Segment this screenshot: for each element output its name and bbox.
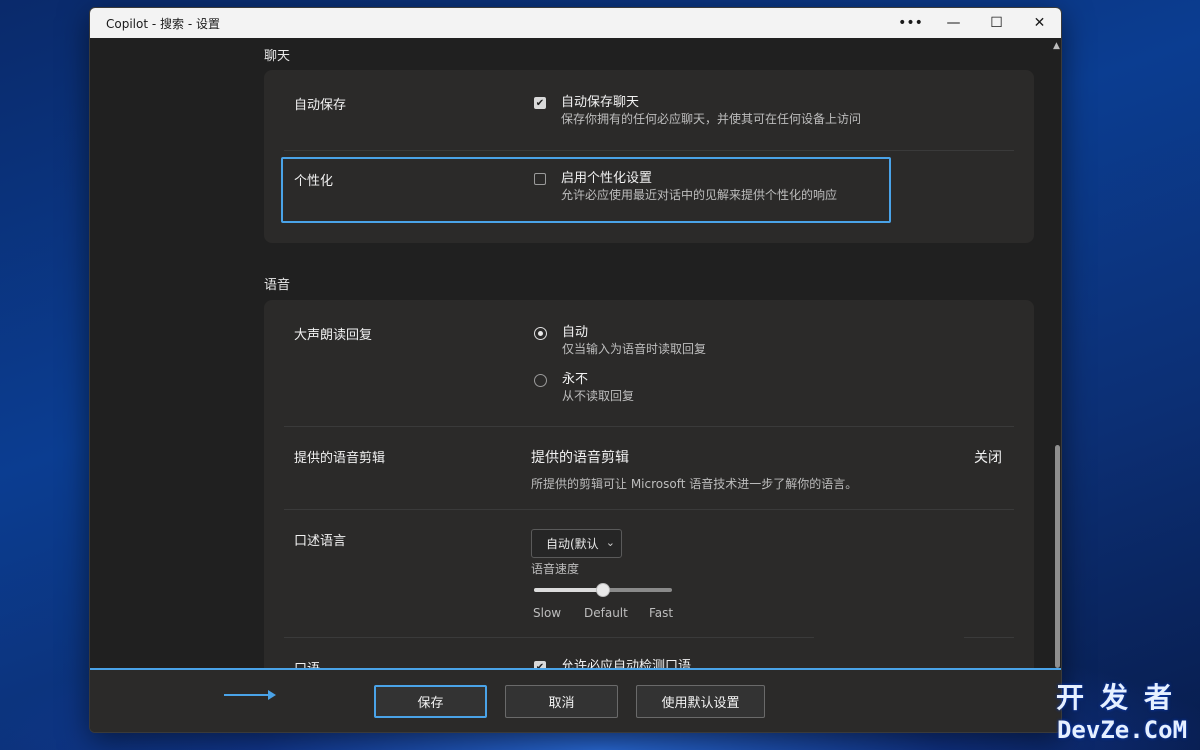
close-icon[interactable]: ✕ (1018, 8, 1061, 38)
read-aloud-radio-auto[interactable] (534, 327, 547, 340)
spoken-language-option-title: 允许必应自动检测口语 (561, 659, 692, 668)
voice-clips-heading: 提供的语音剪辑 (531, 450, 629, 466)
radio-never-desc: 从不读取回复 (562, 389, 635, 403)
read-aloud-option-never[interactable]: 永不 从不读取回复 (534, 371, 634, 405)
voice-card: 大声朗读回复 自动 仅当输入为语音时读取回复 永不 从不读取回复 提供的语音剪辑… (264, 300, 1034, 668)
auto-save-option[interactable]: ✔ 自动保存聊天 保存你拥有的任何必应聊天，并使其可在任何设备上访问 (534, 94, 861, 128)
read-aloud-option-auto[interactable]: 自动 仅当输入为语音时读取回复 (534, 324, 706, 358)
scroll-up-arrow-icon[interactable]: ▲ (1053, 41, 1060, 51)
chat-card: 自动保存 ✔ 自动保存聊天 保存你拥有的任何必应聊天，并使其可在任何设备上访问 … (264, 70, 1034, 243)
dictation-language-label: 口述语言 (294, 534, 347, 549)
maximize-icon[interactable]: ☐ (975, 8, 1018, 38)
voice-divider-3 (284, 637, 814, 638)
radio-auto-desc: 仅当输入为语音时读取回复 (562, 342, 707, 356)
auto-save-label: 自动保存 (294, 98, 347, 113)
dictation-language-value: 自动(默认 (546, 537, 599, 551)
save-button[interactable]: 保存 (374, 685, 487, 718)
radio-never-title: 永不 (562, 372, 589, 387)
voice-divider-2 (284, 509, 1014, 510)
chat-divider (284, 150, 1014, 151)
auto-save-option-desc: 保存你拥有的任何必应聊天，并使其可在任何设备上访问 (561, 112, 862, 126)
voice-clips-desc: 所提供的剪辑可让 Microsoft 语音技术进一步了解你的语言。 (531, 477, 858, 491)
settings-window: Copilot - 搜索 - 设置 ••• — ☐ ✕ 聊天 自动保存 ✔ 自动… (89, 7, 1062, 733)
voice-divider-1 (284, 426, 1014, 427)
personalization-option-desc: 允许必应使用最近对话中的见解来提供个性化的响应 (561, 188, 838, 202)
scroll-thumb[interactable] (1055, 445, 1060, 668)
voice-clips-toggle-text[interactable]: 关闭 (974, 447, 1002, 467)
slider-thumb[interactable] (596, 583, 610, 597)
auto-save-option-title: 自动保存聊天 (561, 95, 640, 110)
vertical-scrollbar[interactable]: ▲ (1052, 38, 1061, 668)
spoken-language-label: 口语 (294, 658, 320, 668)
speed-tick-slow: Slow (533, 606, 562, 620)
read-aloud-label: 大声朗读回复 (294, 328, 373, 343)
voice-divider-3b (964, 637, 1014, 638)
spoken-language-option[interactable]: ✔ 允许必应自动检测口语 (534, 658, 691, 668)
personalization-option[interactable]: 启用个性化设置 允许必应使用最近对话中的见解来提供个性化的响应 (534, 170, 837, 204)
cancel-button[interactable]: 取消 (505, 685, 618, 718)
footer-bar: 保存 取消 使用默认设置 (90, 668, 1061, 732)
radio-auto-title: 自动 (562, 325, 589, 340)
checkmark-icon: ✔ (535, 97, 545, 109)
pointer-arrow-head (268, 690, 276, 700)
personalization-label: 个性化 (294, 174, 334, 189)
pointer-arrow (224, 694, 272, 696)
read-aloud-radio-never[interactable] (534, 374, 547, 387)
use-defaults-button[interactable]: 使用默认设置 (636, 685, 765, 718)
speed-tick-default: Default (584, 606, 628, 620)
spoken-language-checkbox[interactable]: ✔ (534, 661, 546, 668)
window-title: Copilot - 搜索 - 设置 (106, 16, 220, 31)
personalization-option-title: 启用个性化设置 (561, 171, 653, 186)
window-controls: ••• — ☐ ✕ (889, 8, 1061, 38)
personalization-checkbox[interactable] (534, 173, 546, 185)
watermark-line1: 开发者 (1055, 681, 1188, 714)
dictation-language-select[interactable]: 自动(默认 ⌄ (531, 529, 622, 558)
chat-section-title: 聊天 (264, 49, 291, 64)
speech-speed-slider[interactable] (531, 582, 676, 598)
voice-section-title: 语音 (264, 278, 291, 293)
more-options-icon[interactable]: ••• (889, 8, 932, 38)
minimize-icon[interactable]: — (932, 8, 975, 38)
speed-tick-fast: Fast (649, 606, 674, 620)
slider-fill (534, 588, 603, 592)
chevron-down-icon: ⌄ (605, 536, 615, 549)
auto-save-checkbox[interactable]: ✔ (534, 97, 546, 109)
speech-speed-label: 语音速度 (531, 562, 580, 576)
voice-clips-label: 提供的语音剪辑 (294, 451, 386, 466)
title-bar: Copilot - 搜索 - 设置 ••• — ☐ ✕ (90, 8, 1061, 38)
watermark-line2: DevZe.CoM (1056, 716, 1188, 744)
watermark-logo: 开发者 DevZe.CoM (1056, 676, 1188, 744)
settings-content[interactable]: 聊天 自动保存 ✔ 自动保存聊天 保存你拥有的任何必应聊天，并使其可在任何设备上… (90, 38, 1052, 668)
